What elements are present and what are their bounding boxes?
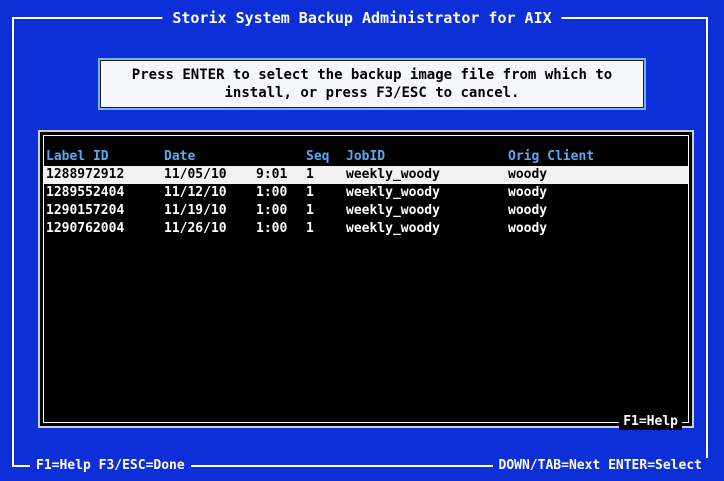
cell-seq: 1 — [306, 185, 314, 200]
header-seq: Seq — [306, 149, 330, 164]
list-header: Label ID Date Seq JobID Orig Client — [44, 148, 688, 166]
list-row[interactable]: 1290762004 11/26/10 1:00 1 weekly_woody … — [44, 220, 688, 238]
header-orig-client: Orig Client — [508, 149, 595, 164]
status-bar-left-keys[interactable]: F1=Help F3/ESC=Done — [30, 458, 191, 474]
cell-label-id: 1289552404 — [46, 185, 125, 200]
cell-label-id: 1288972912 — [46, 167, 125, 182]
cell-job-id: weekly_woody — [346, 167, 440, 182]
prompt-box: Press ENTER to select the backup image f… — [98, 58, 646, 110]
cell-orig-client: woody — [508, 185, 548, 200]
frame-right-border — [706, 17, 708, 467]
cell-time: 1:00 — [256, 221, 288, 236]
list-help-hint[interactable]: F1=Help — [619, 414, 682, 430]
cell-time: 1:00 — [256, 203, 288, 218]
cell-orig-client: woody — [508, 221, 548, 236]
cell-label-id: 1290157204 — [46, 203, 125, 218]
list-row[interactable]: 1290157204 11/19/10 1:00 1 weekly_woody … — [44, 202, 688, 220]
list-row[interactable]: 1289552404 11/12/10 1:00 1 weekly_woody … — [44, 184, 688, 202]
cell-seq: 1 — [306, 203, 314, 218]
cell-date: 11/19/10 — [164, 203, 227, 218]
list-row[interactable]: 1288972912 11/05/10 9:01 1 weekly_woody … — [44, 166, 688, 184]
header-job-id: JobID — [346, 149, 386, 164]
backup-image-list-frame: Label ID Date Seq JobID Orig Client 1288… — [43, 135, 689, 430]
cell-seq: 1 — [306, 221, 314, 236]
status-bar-right-keys[interactable]: DOWN/TAB=Next ENTER=Select — [492, 458, 708, 474]
cell-job-id: weekly_woody — [346, 203, 440, 218]
backup-image-list[interactable]: Label ID Date Seq JobID Orig Client 1288… — [38, 130, 694, 430]
prompt-line-2: install, or press F3/ESC to cancel. — [224, 85, 520, 101]
prompt-line-1: Press ENTER to select the backup image f… — [131, 67, 613, 83]
window-title: Storix System Backup Administrator for A… — [162, 8, 562, 28]
cell-date: 11/05/10 — [164, 167, 227, 182]
cell-job-id: weekly_woody — [346, 185, 440, 200]
prompt-message: Press ENTER to select the backup image f… — [100, 60, 644, 108]
terminal-screen: Storix System Backup Administrator for A… — [0, 0, 724, 481]
cell-time: 9:01 — [256, 167, 288, 182]
frame-left-border — [12, 17, 14, 467]
cell-orig-client: woody — [508, 167, 548, 182]
cell-orig-client: woody — [508, 203, 548, 218]
cell-date: 11/12/10 — [164, 185, 227, 200]
cell-date: 11/26/10 — [164, 221, 227, 236]
cell-label-id: 1290762004 — [46, 221, 125, 236]
cell-time: 1:00 — [256, 185, 288, 200]
cell-seq: 1 — [306, 167, 314, 182]
header-date: Date — [164, 149, 196, 164]
header-label-id: Label ID — [46, 149, 109, 164]
cell-job-id: weekly_woody — [346, 221, 440, 236]
